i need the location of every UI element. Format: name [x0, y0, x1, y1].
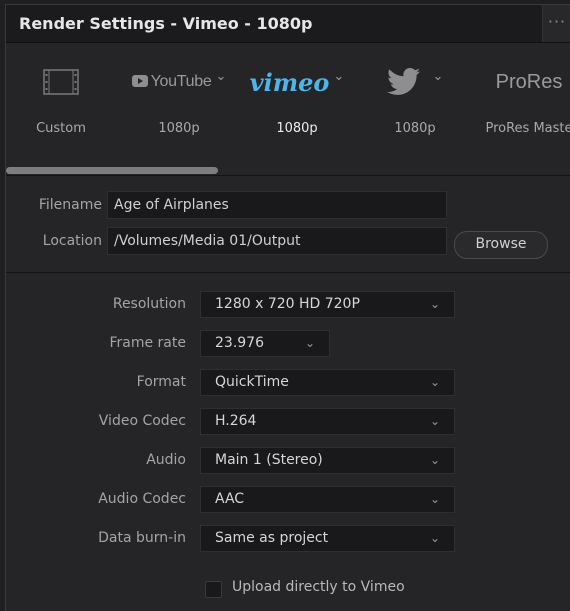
frame-rate-select[interactable]: 23.976 ⌄ — [200, 330, 330, 357]
preset-label: ProRes Maste — [485, 121, 570, 136]
upload-vimeo-checkbox[interactable] — [205, 581, 222, 598]
data-burn-in-select[interactable]: Same as project ⌄ — [200, 525, 455, 552]
preset-label: 1080p — [276, 121, 318, 136]
preset-vimeo[interactable]: vimeo ⌄ 1080p — [242, 63, 352, 153]
format-value: QuickTime — [215, 374, 289, 390]
chevron-down-icon: ⌄ — [429, 453, 440, 467]
format-select[interactable]: QuickTime ⌄ — [200, 369, 455, 396]
resolution-label: Resolution — [112, 296, 186, 312]
location-label: Location — [42, 233, 102, 249]
format-label: Format — [136, 374, 186, 390]
preset-prores[interactable]: ProRes ProRes Maste — [474, 63, 570, 153]
ellipsis-icon[interactable]: ··· — [542, 5, 570, 42]
resolution-select[interactable]: 1280 x 720 HD 720P ⌄ — [200, 291, 455, 318]
video-codec-label: Video Codec — [98, 413, 186, 429]
browse-button[interactable]: Browse — [454, 231, 548, 259]
preset-twitter[interactable]: ⌄ 1080p — [360, 63, 470, 153]
video-codec-value: H.264 — [215, 413, 257, 429]
location-input[interactable]: /Volumes/Media 01/Output — [107, 227, 447, 255]
youtube-logo-text: YouTube — [150, 73, 212, 90]
chevron-down-icon: ⌄ — [304, 336, 315, 350]
horizontal-scrollbar[interactable] — [6, 167, 218, 174]
preset-custom[interactable]: Custom — [6, 63, 116, 153]
chevron-down-icon[interactable]: ⌄ — [333, 69, 344, 84]
divider — [6, 175, 570, 176]
youtube-logo-icon: YouTube — [131, 73, 212, 91]
preset-youtube[interactable]: YouTube ⌄ 1080p — [124, 63, 234, 153]
panel-title: Render Settings - Vimeo - 1080p — [19, 14, 313, 33]
frame-rate-value: 23.976 — [215, 335, 264, 351]
chevron-down-icon: ⌄ — [429, 414, 440, 428]
filename-label: Filename — [38, 197, 102, 213]
audio-codec-select[interactable]: AAC ⌄ — [200, 486, 455, 513]
vimeo-logo-icon: vimeo — [249, 67, 330, 97]
audio-label: Audio — [146, 452, 186, 468]
video-codec-select[interactable]: H.264 ⌄ — [200, 408, 455, 435]
chevron-down-icon: ⌄ — [429, 492, 440, 506]
chevron-down-icon: ⌄ — [429, 375, 440, 389]
film-strip-icon — [43, 69, 79, 95]
preset-strip: Custom YouTube ⌄ 1080p vimeo ⌄ 1080p ⌄ 1… — [6, 43, 570, 174]
chevron-down-icon: ⌄ — [429, 531, 440, 545]
chevron-down-icon: ⌄ — [429, 297, 440, 311]
preset-label: 1080p — [158, 121, 200, 136]
audio-select[interactable]: Main 1 (Stereo) ⌄ — [200, 447, 455, 474]
audio-codec-label: Audio Codec — [98, 491, 186, 507]
upload-vimeo-label[interactable]: Upload directly to Vimeo — [232, 579, 405, 595]
data-burn-in-label: Data burn-in — [98, 530, 186, 546]
resolution-value: 1280 x 720 HD 720P — [215, 296, 360, 312]
chevron-down-icon[interactable]: ⌄ — [433, 69, 444, 84]
prores-logo-text: ProRes — [495, 70, 563, 93]
filename-input[interactable]: Age of Airplanes — [107, 191, 447, 219]
preset-label: 1080p — [394, 121, 436, 136]
audio-value: Main 1 (Stereo) — [215, 452, 323, 468]
data-burn-in-value: Same as project — [215, 530, 329, 546]
audio-codec-value: AAC — [215, 491, 245, 507]
render-settings-panel: Render Settings - Vimeo - 1080p ··· Cust… — [5, 4, 570, 611]
divider — [6, 272, 570, 273]
preset-label: Custom — [36, 121, 86, 136]
frame-rate-label: Frame rate — [109, 335, 186, 351]
title-bar: Render Settings - Vimeo - 1080p ··· — [6, 5, 570, 43]
twitter-bird-icon — [386, 68, 420, 95]
chevron-down-icon[interactable]: ⌄ — [215, 69, 226, 84]
